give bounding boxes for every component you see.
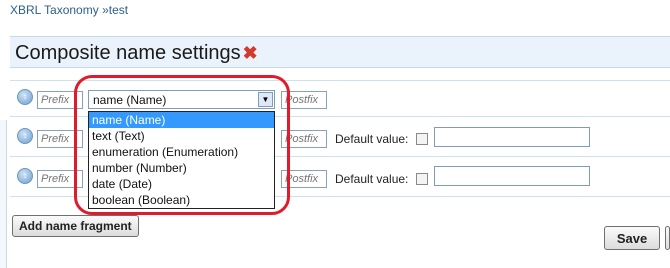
breadcrumb-root-link[interactable]: XBRL Taxonomy xyxy=(10,3,99,17)
page-title: Composite name settings ✖ xyxy=(15,42,258,65)
default-value-label: Default value: xyxy=(335,172,409,186)
page-title-text: Composite name settings xyxy=(15,42,241,64)
left-panel-edge xyxy=(0,120,7,268)
add-name-fragment-button[interactable]: Add name fragment xyxy=(12,215,139,237)
drag-handle-icon[interactable]: ↕ xyxy=(17,168,33,184)
close-icon[interactable]: ✖ xyxy=(243,43,258,63)
breadcrumb: XBRL Taxonomy »test xyxy=(10,3,128,17)
breadcrumb-separator: » xyxy=(102,3,109,17)
default-value-input[interactable] xyxy=(434,127,590,147)
drag-handle-icon[interactable]: ↕ xyxy=(17,128,33,144)
drag-handle-icon[interactable]: ↕ xyxy=(17,89,33,105)
breadcrumb-current-link[interactable]: test xyxy=(109,3,128,17)
default-value-input[interactable] xyxy=(434,166,590,186)
save-button[interactable]: Save xyxy=(604,226,660,250)
settings-header: Composite name settings ✖ xyxy=(10,36,670,68)
annotation-highlight xyxy=(74,75,290,215)
default-value-label: Default value: xyxy=(335,132,409,146)
default-value-checkbox[interactable] xyxy=(416,133,428,145)
partial-button[interactable] xyxy=(665,226,670,250)
default-value-checkbox[interactable] xyxy=(416,173,428,185)
